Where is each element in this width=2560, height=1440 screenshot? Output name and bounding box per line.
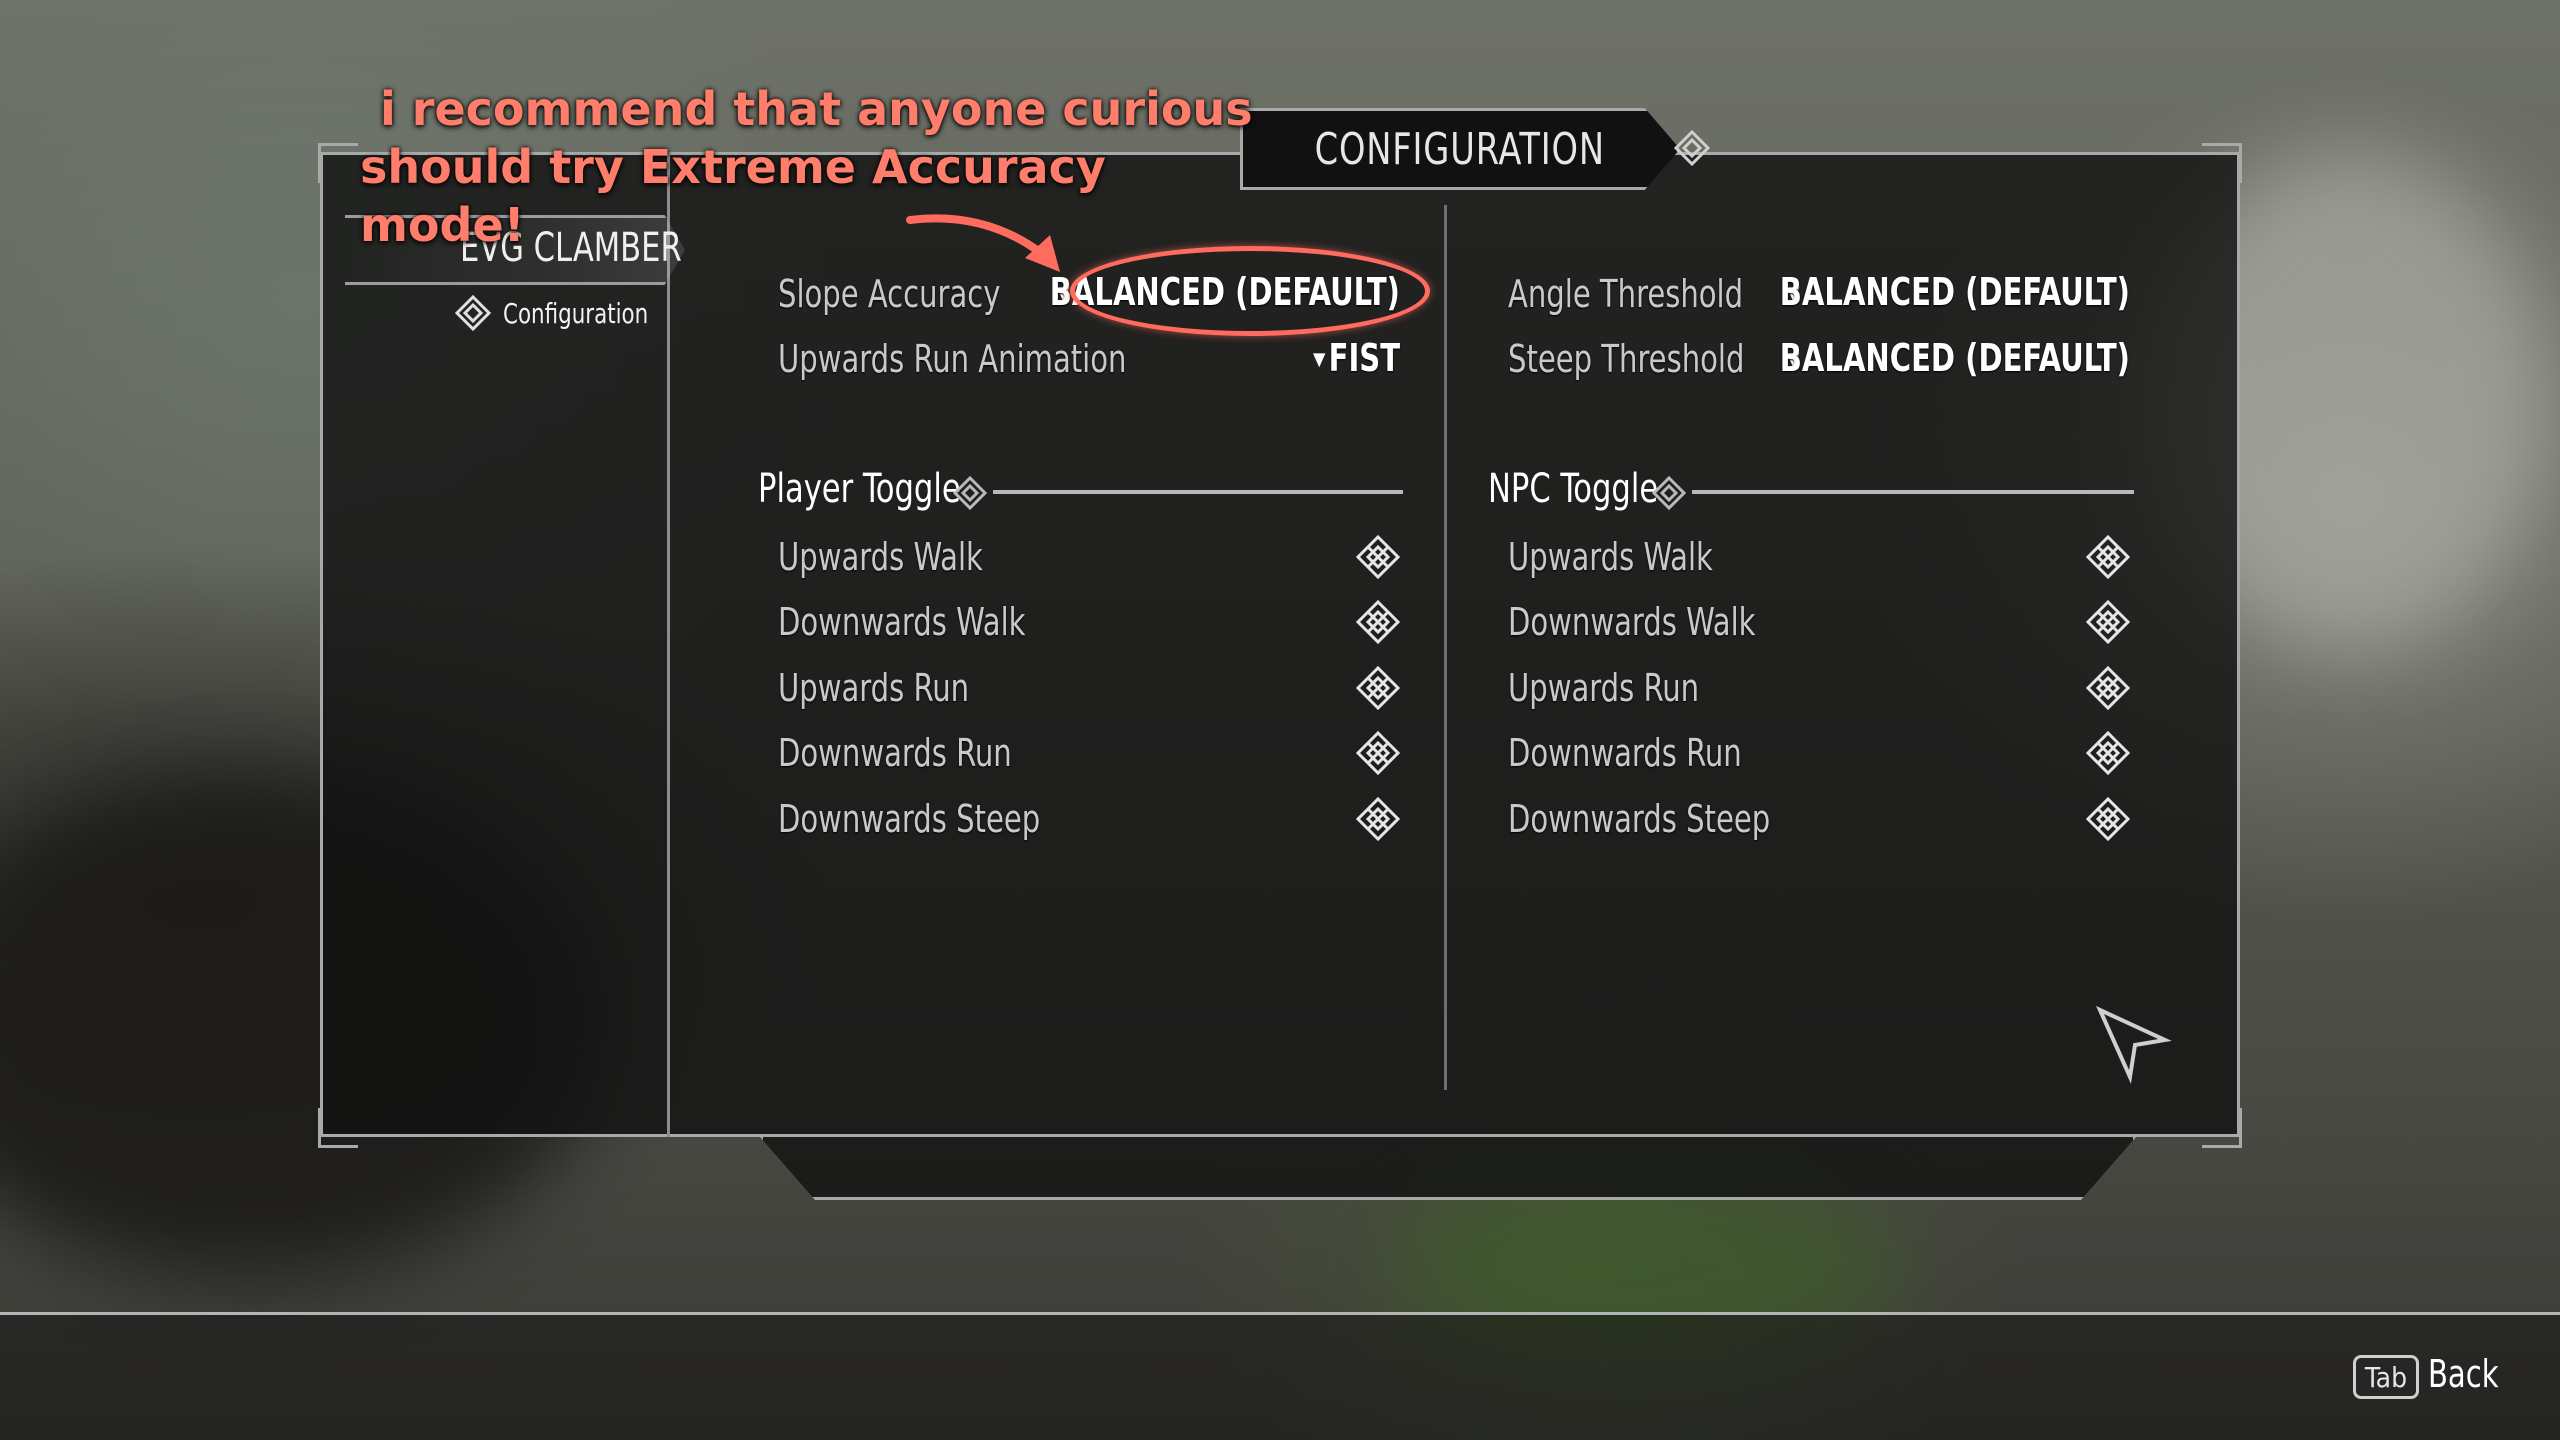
window-title: CONFIGURATION	[1314, 123, 1606, 175]
knot-icon	[455, 295, 491, 331]
toggle-checkbox-icon[interactable]	[1356, 535, 1400, 579]
option-label-angle-threshold[interactable]: Angle Threshold	[1508, 272, 1743, 316]
page-entry-label: Configuration	[503, 296, 649, 330]
player-toggle-downwards-steep[interactable]: Downwards Steep	[778, 797, 1040, 841]
cursor-icon	[2095, 1005, 2172, 1084]
panel-bottom-tab	[760, 1137, 2136, 1200]
back-button[interactable]: Back	[2428, 1352, 2499, 1396]
toggle-checkbox-icon[interactable]	[2086, 600, 2130, 644]
npc-toggle-upwards-walk[interactable]: Upwards Walk	[1508, 535, 1713, 579]
corner-ornament-br	[2202, 1108, 2242, 1148]
annotation-line-2: should try Extreme Accuracy mode!	[360, 140, 1106, 252]
player-toggle-downwards-run[interactable]: Downwards Run	[778, 731, 1012, 775]
toggle-checkbox-icon[interactable]	[2086, 731, 2130, 775]
section-divider	[993, 490, 1403, 494]
corner-ornament-tl	[318, 143, 358, 183]
annotation-highlight-ring	[1070, 246, 1430, 336]
knot-icon	[1652, 476, 1687, 510]
option-label-upwards-run-animation[interactable]: Upwards Run Animation	[778, 337, 1126, 381]
option-value-steep-threshold[interactable]: BALANCED (DEFAULT)	[1780, 336, 2130, 380]
player-toggle-upwards-run[interactable]: Upwards Run	[778, 666, 969, 710]
toggle-checkbox-icon[interactable]	[1356, 797, 1400, 841]
game-screen: CONFIGURATION EVG CLAMBER Configuration …	[0, 0, 2560, 1440]
dropdown-arrow-icon: ▼	[1313, 349, 1326, 370]
toggle-checkbox-icon[interactable]	[1356, 600, 1400, 644]
footer-bar	[0, 1315, 2560, 1440]
option-value-upwards-run-animation[interactable]: FIST	[1329, 336, 1400, 380]
player-toggle-downwards-walk[interactable]: Downwards Walk	[778, 600, 1025, 644]
player-toggle-upwards-walk[interactable]: Upwards Walk	[778, 535, 983, 579]
toggle-checkbox-icon[interactable]	[1356, 731, 1400, 775]
toggle-checkbox-icon[interactable]	[2086, 666, 2130, 710]
npc-toggle-upwards-run[interactable]: Upwards Run	[1508, 666, 1699, 710]
window-title-tab: CONFIGURATION	[1240, 108, 1680, 190]
toggle-checkbox-icon[interactable]	[2086, 535, 2130, 579]
npc-toggle-header: NPC Toggle	[1488, 466, 1659, 512]
corner-ornament-bl	[318, 1108, 358, 1148]
player-toggle-header: Player Toggle	[758, 466, 961, 512]
option-value-angle-threshold[interactable]: BALANCED (DEFAULT)	[1780, 270, 2130, 314]
tab-key-hint[interactable]: Tab	[2353, 1355, 2419, 1399]
column-divider	[1444, 205, 1447, 1090]
npc-toggle-downwards-steep[interactable]: Downwards Steep	[1508, 797, 1770, 841]
npc-toggle-downwards-run[interactable]: Downwards Run	[1508, 731, 1742, 775]
annotation-line-1: i recommend that anyone curious	[380, 82, 1253, 136]
page-entry-configuration[interactable]: Configuration	[455, 295, 674, 331]
section-divider	[1692, 490, 2134, 494]
option-label-steep-threshold[interactable]: Steep Threshold	[1508, 337, 1744, 381]
knot-icon	[1673, 129, 1711, 167]
annotation-arrow-icon	[906, 214, 1060, 272]
npc-toggle-downwards-walk[interactable]: Downwards Walk	[1508, 600, 1755, 644]
annotation-text: i recommend that anyone curious should t…	[360, 80, 1280, 254]
toggle-checkbox-icon[interactable]	[1356, 666, 1400, 710]
tab-key-label: Tab	[2364, 1360, 2408, 1394]
toggle-checkbox-icon[interactable]	[2086, 797, 2130, 841]
corner-ornament-tr	[2202, 143, 2242, 183]
knot-icon	[953, 476, 988, 510]
